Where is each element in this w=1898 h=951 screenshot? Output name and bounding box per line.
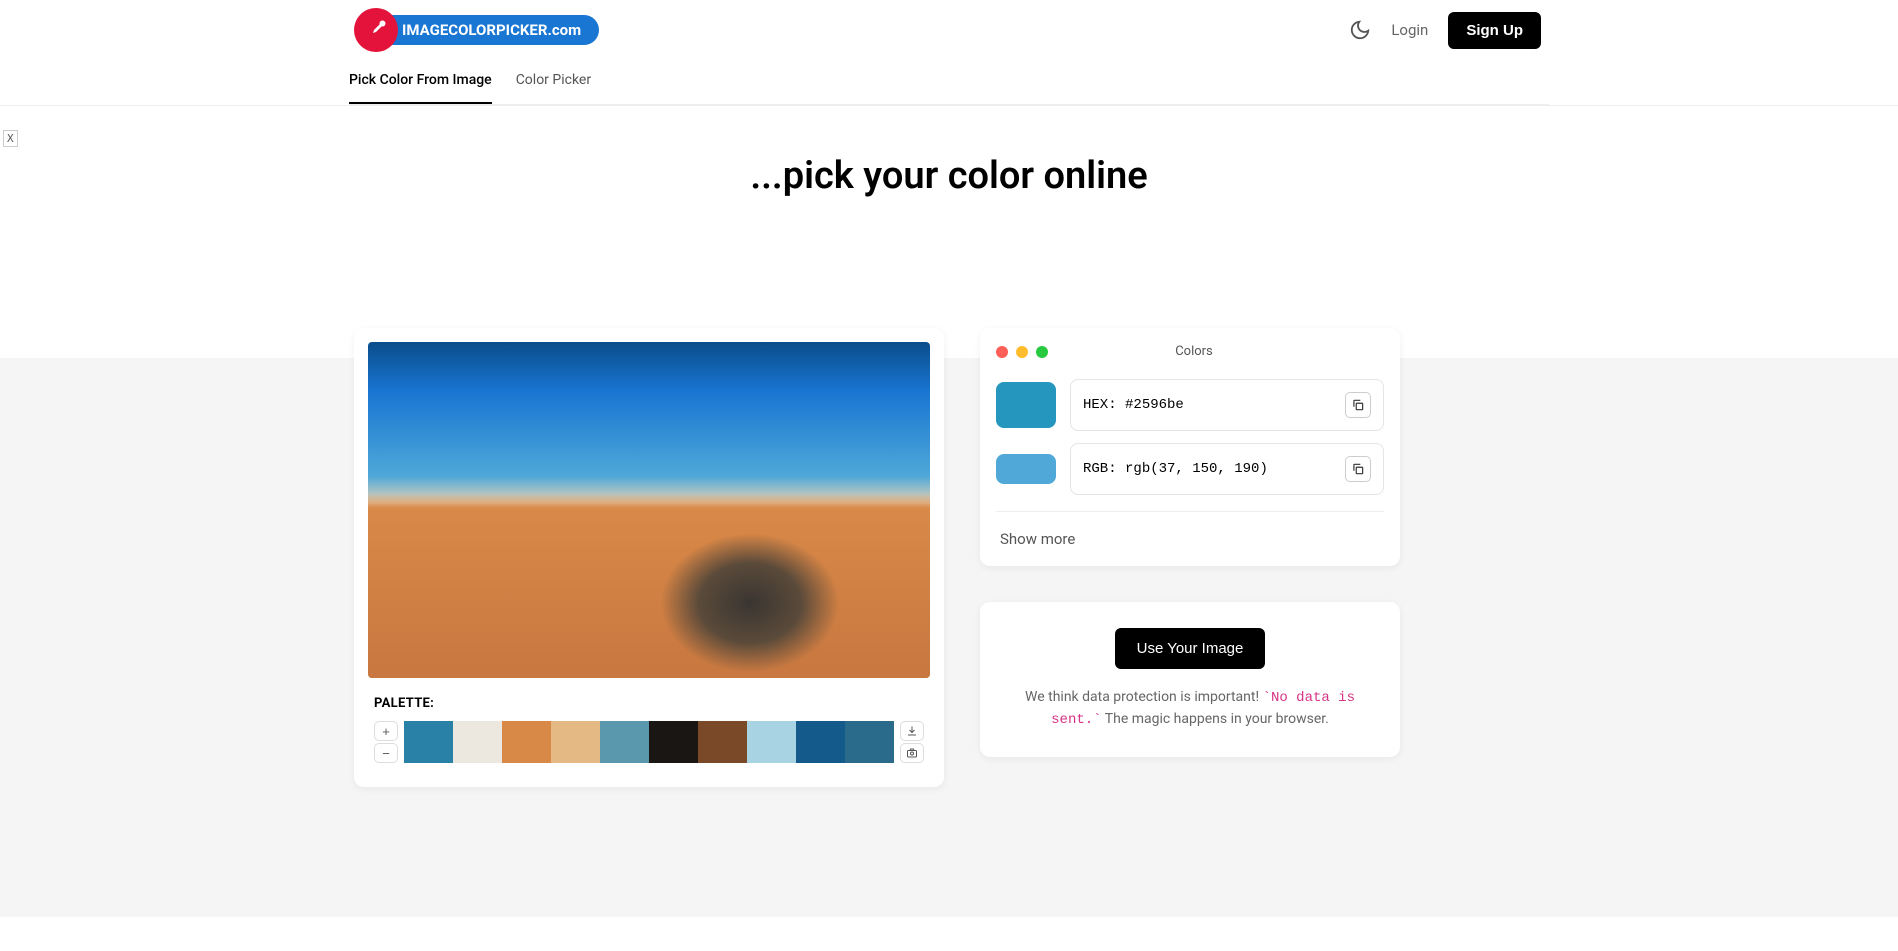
rgb-value-field: RGB: rgb(37, 150, 190) <box>1070 443 1384 495</box>
signup-button[interactable]: Sign Up <box>1448 12 1541 49</box>
copy-rgb-button[interactable] <box>1345 456 1371 482</box>
close-ad-button[interactable]: X <box>3 130 18 147</box>
swatch[interactable] <box>649 721 698 763</box>
palette-label: PALETTE: <box>374 696 924 711</box>
image-picker-card: PALETTE: + − <box>354 328 944 787</box>
palette-remove-button[interactable]: − <box>374 743 398 763</box>
brand-name: IMAGECOLORPICKER.com <box>378 15 599 45</box>
login-link[interactable]: Login <box>1391 21 1428 39</box>
preview-image[interactable] <box>368 342 930 678</box>
swatch[interactable] <box>845 721 894 763</box>
hex-color-preview[interactable] <box>996 382 1056 428</box>
swatch[interactable] <box>502 721 551 763</box>
tab-pick-from-image[interactable]: Pick Color From Image <box>349 72 492 104</box>
hex-value-field: HEX: #2596be <box>1070 379 1384 431</box>
swatch[interactable] <box>551 721 600 763</box>
palette-swatches <box>404 721 894 763</box>
hex-value: #2596be <box>1125 397 1184 413</box>
nav-tabs: Pick Color From Image Color Picker <box>349 60 1549 105</box>
show-more-button[interactable]: Show more <box>996 511 1384 548</box>
swatch[interactable] <box>747 721 796 763</box>
copy-hex-button[interactable] <box>1345 392 1371 418</box>
privacy-text: We think data protection is important! `… <box>1000 687 1380 731</box>
swatch[interactable] <box>698 721 747 763</box>
tab-color-picker[interactable]: Color Picker <box>516 72 591 104</box>
download-palette-button[interactable] <box>900 721 924 741</box>
window-controls <box>996 346 1048 358</box>
swatch[interactable] <box>404 721 453 763</box>
rgb-color-preview[interactable] <box>996 454 1056 484</box>
close-dot-icon <box>996 346 1008 358</box>
colors-card-title: Colors <box>1048 344 1340 359</box>
upload-card: Use Your Image We think data protection … <box>980 602 1400 757</box>
use-your-image-button[interactable]: Use Your Image <box>1115 628 1266 669</box>
logo[interactable]: IMAGECOLORPICKER.com <box>354 8 599 52</box>
maximize-dot-icon <box>1036 346 1048 358</box>
hex-label: HEX: <box>1083 397 1117 413</box>
palette-add-button[interactable]: + <box>374 721 398 741</box>
rgb-value: rgb(37, 150, 190) <box>1125 461 1268 477</box>
screenshot-palette-button[interactable] <box>900 743 924 763</box>
swatch[interactable] <box>453 721 502 763</box>
dark-mode-toggle[interactable] <box>1349 19 1371 41</box>
swatch[interactable] <box>600 721 649 763</box>
rgb-label: RGB: <box>1083 461 1117 477</box>
page-title: ...pick your color online <box>0 154 1898 198</box>
eyedropper-icon <box>354 8 398 52</box>
colors-card: Colors HEX: #2596be RGB: rgb(37, 150, 19… <box>980 328 1400 566</box>
swatch[interactable] <box>796 721 845 763</box>
minimize-dot-icon <box>1016 346 1028 358</box>
